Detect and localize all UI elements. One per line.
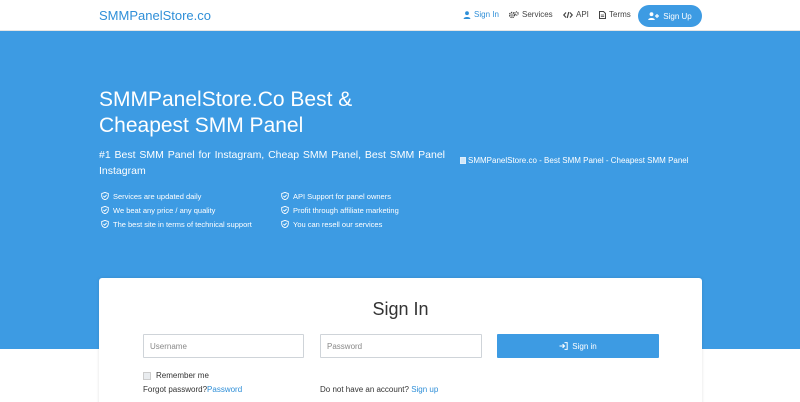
nav-services-label: Services — [522, 10, 553, 19]
document-icon — [599, 10, 606, 19]
remember-me-label: Remember me — [156, 371, 209, 380]
nav-sign-up-button[interactable]: Sign Up — [638, 5, 702, 27]
feature-text: API Support for panel owners — [293, 191, 391, 201]
code-icon — [563, 11, 573, 18]
sign-up-link[interactable]: Sign up — [411, 385, 438, 394]
nav-sign-in-label: Sign In — [474, 10, 499, 19]
check-shield-icon — [101, 192, 109, 200]
feature-text: We beat any price / any quality — [113, 205, 216, 215]
feature-item: Profit through affiliate marketing — [281, 203, 399, 217]
sign-in-button[interactable]: Sign in — [497, 334, 659, 358]
check-shield-icon — [281, 192, 289, 200]
remember-me-checkbox[interactable] — [143, 371, 151, 380]
nav-api-label: API — [576, 10, 589, 19]
feature-item: You can resell our services — [281, 217, 399, 231]
gears-icon — [509, 10, 519, 18]
broken-image-icon — [460, 157, 466, 164]
user-plus-icon — [648, 12, 660, 20]
feature-item: We beat any price / any quality — [101, 203, 252, 217]
sign-in-icon — [559, 342, 568, 350]
brand-logo-link[interactable]: SMMPanelStore.co — [99, 8, 211, 23]
sign-in-title: Sign In — [372, 299, 429, 319]
feature-text: Profit through affiliate marketing — [293, 205, 399, 215]
feature-item: API Support for panel owners — [281, 189, 399, 203]
feature-text: You can resell our services — [293, 219, 383, 229]
hero-image: SMMPanelStore.co - Best SMM Panel - Chea… — [460, 156, 689, 165]
check-shield-icon — [281, 206, 289, 214]
feature-text: The best site in terms of technical supp… — [113, 219, 252, 229]
sign-up-label: Sign Up — [663, 11, 692, 21]
no-account-text: Do not have an account? — [320, 385, 409, 394]
check-shield-icon — [101, 220, 109, 228]
user-icon — [463, 10, 471, 19]
top-navbar: SMMPanelStore.co Sign In Services API Te… — [0, 0, 800, 31]
remember-me[interactable]: Remember me — [143, 371, 209, 380]
feature-item: Services are updated daily — [101, 189, 252, 203]
hero-image-alt-text: SMMPanelStore.co - Best SMM Panel - Chea… — [468, 156, 689, 165]
feature-item: The best site in terms of technical supp… — [101, 217, 252, 231]
nav-api[interactable]: API — [563, 10, 589, 19]
username-input[interactable] — [143, 334, 304, 358]
feature-list-right: API Support for panel owners Profit thro… — [281, 189, 399, 231]
nav-services[interactable]: Services — [509, 10, 553, 19]
check-shield-icon — [281, 220, 289, 228]
forgot-password-text: Forgot password? — [143, 385, 208, 394]
nav-terms[interactable]: Terms — [599, 10, 631, 19]
no-account: Do not have an account? Sign up — [320, 385, 438, 394]
feature-list-left: Services are updated daily We beat any p… — [101, 189, 252, 231]
forgot-password: Forgot password?Password — [143, 385, 242, 394]
feature-text: Services are updated daily — [113, 191, 202, 201]
hero-title: SMMPanelStore.Co Best & Cheapest SMM Pan… — [99, 88, 353, 137]
nav-terms-label: Terms — [609, 10, 631, 19]
sign-in-card: Sign In Sign in Remember me Forgot passw… — [99, 278, 702, 402]
forgot-password-link[interactable]: Password — [207, 385, 242, 394]
password-input[interactable] — [320, 334, 482, 358]
nav-sign-in[interactable]: Sign In — [463, 10, 499, 19]
hero-subtitle: #1 Best SMM Panel for Instagram, Cheap S… — [99, 149, 445, 177]
check-shield-icon — [101, 206, 109, 214]
sign-in-button-label: Sign in — [572, 341, 597, 351]
